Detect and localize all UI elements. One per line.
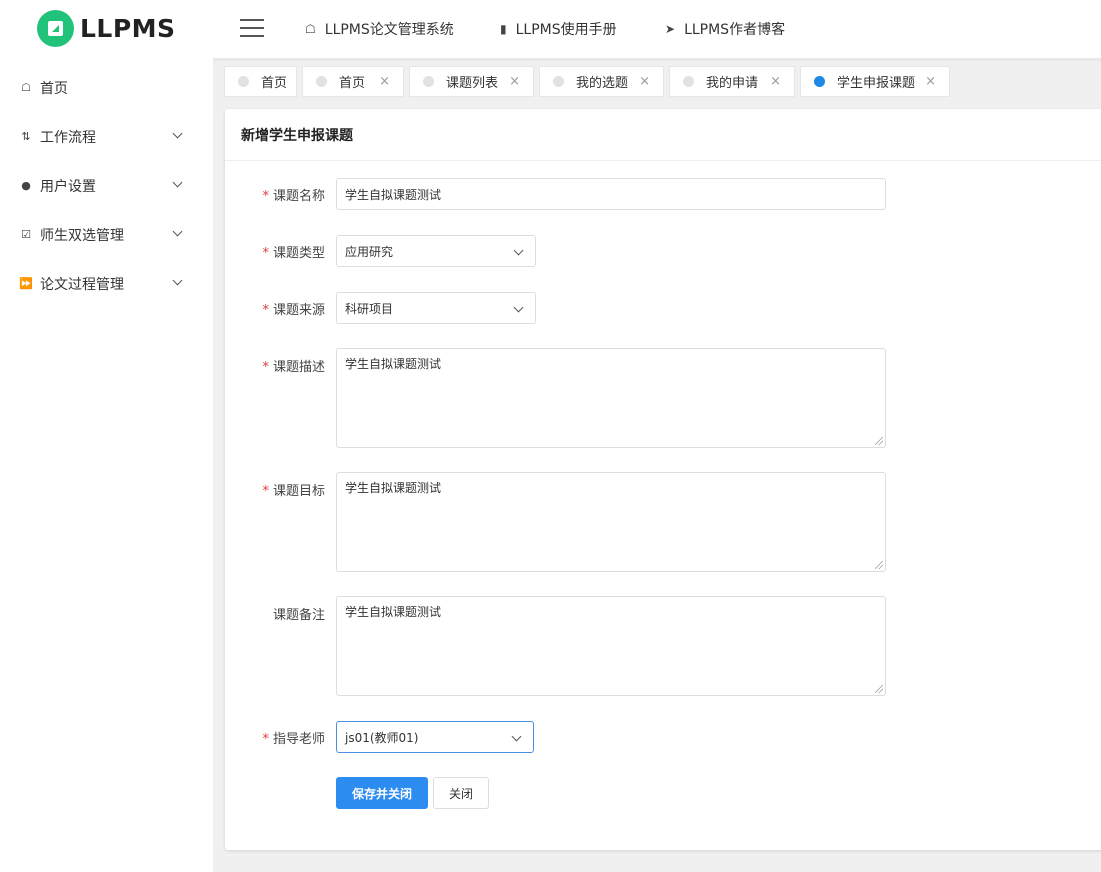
advisor-label: * 指导老师 [262,732,325,747]
advisor-select[interactable]: js01(教师01) [336,721,534,753]
topic-desc-textarea[interactable]: 学生自拟课题测试 [336,348,886,448]
sidebar-item-user-settings[interactable]: ● 用户设置 [0,161,213,210]
tab-topic-list[interactable]: 课题列表 × [409,66,534,97]
close-button[interactable]: 关闭 [433,777,489,809]
tab-label: 我的申请 [706,76,759,91]
close-icon[interactable]: × [379,74,390,89]
required-mark: * [262,484,269,499]
nav-link-label: LLPMS使用手册 [515,22,617,38]
user-icon: ● [21,179,31,192]
nav-link-label: LLPMS作者博客 [684,22,786,38]
tab-my-applications[interactable]: 我的申请 × [669,66,795,97]
sidebar-item-label: 首页 [40,80,68,97]
tab-label: 首页 [261,76,288,91]
resize-handle-icon[interactable] [875,437,883,445]
home-icon: ☖ [305,22,316,36]
topic-note-textarea[interactable]: 学生自拟课题测试 [336,596,886,696]
logo[interactable]: LLPMS [37,10,176,47]
checkbox-icon: ☑ [21,228,31,241]
close-icon[interactable]: × [509,74,520,89]
top-header: ☖ LLPMS论文管理系统 ▮ LLPMS使用手册 ➤ LLPMS作者博客 [213,0,1101,58]
tab-label: 课题列表 [446,76,499,91]
chevron-down-icon [172,128,183,139]
sidebar-item-workflow[interactable]: ⇅ 工作流程 [0,112,213,161]
sidebar-menu: ☖ 首页 ⇅ 工作流程 ● 用户设置 ☑ 师生双选管理 ⏩ 论文过程管理 [0,63,213,308]
sidebar-item-label: 用户设置 [40,178,96,195]
sidebar-item-label: 师生双选管理 [40,227,124,244]
sidebar: LLPMS ☖ 首页 ⇅ 工作流程 ● 用户设置 ☑ 师生双选管理 ⏩ 论文过程… [0,0,213,872]
nav-link-label: LLPMS论文管理系统 [324,22,454,38]
logo-icon [37,10,74,47]
required-mark: * [262,303,269,318]
tab-label: 学生申报课题 [837,76,916,91]
tab-student-topic-application[interactable]: 学生申报课题 × [800,66,950,97]
form-card: 新增学生申报课题 * 课题名称 学生自拟课题测试 * 课题类型 应用研究 * 课题来源… [225,109,1101,850]
topic-name-label: * 课题名称 [262,189,325,204]
page-title: 新增学生申报课题 [225,109,1101,161]
chevron-down-icon [513,245,524,256]
document-icon: ▮ [500,22,507,36]
sidebar-item-mutual-selection[interactable]: ☑ 师生双选管理 [0,210,213,259]
close-icon[interactable]: × [770,74,781,89]
workflow-icon: ⇅ [21,130,31,143]
close-icon[interactable]: × [925,74,936,89]
tab-my-topics[interactable]: 我的选题 × [539,66,664,97]
tab-dot-icon [553,76,564,87]
nav-link-blog[interactable]: ➤ LLPMS作者博客 [665,0,785,58]
topic-type-select[interactable]: 应用研究 [336,235,536,267]
chevron-down-icon [513,302,524,313]
nav-link-manual[interactable]: ▮ LLPMS使用手册 [500,0,617,58]
required-mark: * [262,732,269,747]
tab-label: 我的选题 [576,76,629,91]
tab-dot-icon [683,76,694,87]
sidebar-item-thesis-process[interactable]: ⏩ 论文过程管理 [0,259,213,308]
tab-dot-icon [814,76,825,87]
tabs-bar: 首页 首页 × 课题列表 × 我的选题 × 我的申请 × 学生申报课题 × [213,58,1101,99]
sidebar-item-home[interactable]: ☖ 首页 [0,63,213,112]
hamburger-menu-icon[interactable] [240,19,264,37]
chevron-down-icon [172,275,183,286]
required-mark: * [262,360,269,375]
topic-goal-label: * 课题目标 [262,484,325,499]
topic-source-select[interactable]: 科研项目 [336,292,536,324]
home-icon: ☖ [21,81,31,94]
tab-label: 首页 [339,76,366,91]
nav-link-system[interactable]: ☖ LLPMS论文管理系统 [305,0,454,58]
chevron-down-icon [511,731,522,742]
save-and-close-button[interactable]: 保存并关闭 [336,777,428,809]
sidebar-item-label: 论文过程管理 [40,276,124,293]
forward-icon: ⏩ [19,277,33,290]
tab-dot-icon [423,76,434,87]
topic-source-label: * 课题来源 [262,303,325,318]
send-icon: ➤ [665,22,676,36]
chevron-down-icon [172,226,183,237]
logo-text: LLPMS [80,14,176,43]
tab-dot-icon [238,76,249,87]
topic-type-label: * 课题类型 [262,246,325,261]
topic-goal-textarea[interactable]: 学生自拟课题测试 [336,472,886,572]
resize-handle-icon[interactable] [875,561,883,569]
resize-handle-icon[interactable] [875,685,883,693]
tab-home[interactable]: 首页 × [302,66,404,97]
topic-name-input[interactable]: 学生自拟课题测试 [336,178,886,210]
required-mark: * [262,189,269,204]
close-icon[interactable]: × [639,74,650,89]
chevron-down-icon [172,177,183,188]
topic-note-label: 课题备注 [272,608,325,623]
required-mark: * [262,246,269,261]
sidebar-item-label: 工作流程 [40,129,96,146]
tab-home-pinned[interactable]: 首页 [224,66,297,97]
tab-dot-icon [316,76,327,87]
topic-desc-label: * 课题描述 [262,360,325,375]
